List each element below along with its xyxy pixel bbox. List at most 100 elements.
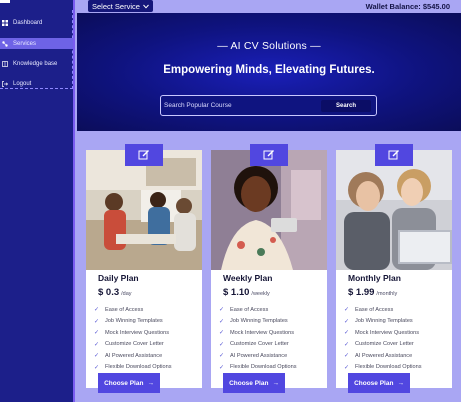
check-icon: ✓ (219, 318, 225, 325)
hero-subtitle: Empowering Minds, Elevating Futures. (163, 64, 375, 76)
chevron-down-icon (143, 2, 149, 11)
cog-network-icon (2, 40, 8, 47)
feature-item: ✓ Job Winning Templates (219, 316, 325, 328)
check-icon: ✓ (344, 318, 350, 325)
plan-name: Weekly Plan (223, 273, 273, 283)
check-icon: ✓ (94, 330, 100, 337)
feature-label: AI Powered Assistance (230, 352, 288, 359)
feature-list: ✓ Ease of Access ✓ Job Winning Templates ✓… (344, 304, 450, 373)
feature-label: Ease of Access (355, 306, 394, 313)
check-icon: ✓ (94, 341, 100, 348)
select-service-dropdown[interactable]: Select Service (88, 0, 153, 12)
check-icon: ✓ (219, 307, 225, 314)
arrow-right-icon: → (147, 379, 154, 387)
feature-item: ✓ Customize Cover Letter (219, 339, 325, 351)
plan-card-daily: Daily Plan $ 0.3 /day ✓ Ease of Access ✓ J… (86, 144, 202, 393)
feature-item: ✓ AI Powered Assistance (219, 350, 325, 362)
sidebar-item-knowledge-base[interactable]: Knowledge base (0, 58, 73, 69)
feature-item: ✓ Job Winning Templates (94, 316, 200, 328)
feature-label: Job Winning Templates (230, 318, 288, 325)
check-icon: ✓ (94, 364, 100, 371)
sidebar-item-label: Knowledge base (13, 60, 58, 67)
sidebar-item-services[interactable]: Services (0, 38, 73, 49)
plan-price: $ 1.10 /weekly (223, 287, 270, 298)
feature-item: ✓ Mock Interview Questions (94, 327, 200, 339)
check-icon: ✓ (344, 353, 350, 360)
check-icon: ✓ (94, 353, 100, 360)
edit-badge (250, 144, 288, 166)
search-bar: Search (160, 95, 377, 116)
choose-plan-button[interactable]: Choose Plan → (348, 373, 410, 393)
feature-item: ✓ AI Powered Assistance (344, 350, 450, 362)
weekly-plan-photo (211, 150, 327, 270)
wallet-balance: Wallet Balance: $545.00 (365, 2, 450, 11)
feature-label: AI Powered Assistance (355, 352, 413, 359)
top-bar: Select Service Wallet Balance: $545.00 (75, 0, 461, 13)
price-amount: $ 1.10 (223, 287, 250, 298)
plan-card-weekly: Weekly Plan $ 1.10 /weekly ✓ Ease of Acce… (211, 144, 327, 393)
hero-title: — AI CV Solutions — (217, 40, 321, 52)
monthly-plan-photo (336, 150, 452, 270)
feature-list: ✓ Ease of Access ✓ Job Winning Templates ✓… (219, 304, 325, 373)
edit-icon (263, 150, 274, 160)
feature-label: Job Winning Templates (355, 318, 413, 325)
check-icon: ✓ (344, 307, 350, 314)
feature-label: Mock Interview Questions (230, 329, 295, 336)
grid-icon (2, 19, 8, 26)
price-unit: /weekly (251, 291, 270, 297)
edit-badge (375, 144, 413, 166)
check-icon: ✓ (344, 364, 350, 371)
hero-banner: — AI CV Solutions — Empowering Minds, El… (77, 13, 461, 131)
edit-badge (125, 144, 163, 166)
feature-label: Flexible Download Options (230, 364, 297, 371)
check-icon: ✓ (219, 341, 225, 348)
search-input[interactable] (164, 99, 314, 112)
feature-label: Customize Cover Letter (105, 341, 164, 348)
daily-plan-photo (86, 150, 202, 270)
sidebar-item-label: Logout (13, 80, 32, 87)
price-amount: $ 0.3 (98, 287, 120, 298)
feature-list: ✓ Ease of Access ✓ Job Winning Templates ✓… (94, 304, 200, 373)
check-icon: ✓ (344, 330, 350, 337)
sidebar-item-dashboard[interactable]: Dashboard (0, 17, 73, 28)
choose-plan-label: Choose Plan (354, 379, 394, 387)
feature-label: Ease of Access (105, 306, 144, 313)
edit-icon (388, 150, 399, 160)
feature-label: Customize Cover Letter (355, 341, 414, 348)
sidebar-nav: Dashboard Services Knowledge base Logout (0, 10, 73, 89)
choose-plan-label: Choose Plan (104, 379, 144, 387)
feature-item: ✓ Flexible Download Options (219, 362, 325, 374)
check-icon: ✓ (219, 364, 225, 371)
check-icon: ✓ (94, 307, 100, 314)
price-amount: $ 1.99 (348, 287, 375, 298)
choose-plan-label: Choose Plan (229, 379, 269, 387)
sidebar-item-label: Dashboard (13, 19, 43, 26)
sidebar: Dashboard Services Knowledge base Logout (0, 0, 75, 402)
feature-item: ✓ Ease of Access (94, 304, 200, 316)
choose-plan-button[interactable]: Choose Plan → (98, 373, 160, 393)
plan-card-monthly: Monthly Plan $ 1.99 /monthly ✓ Ease of Ac… (336, 144, 452, 393)
feature-item: ✓ Mock Interview Questions (219, 327, 325, 339)
plan-name: Daily Plan (98, 273, 139, 283)
plan-price: $ 1.99 /monthly (348, 287, 397, 298)
search-button[interactable]: Search (321, 100, 371, 112)
feature-label: Flexible Download Options (105, 364, 172, 371)
feature-item: ✓ Ease of Access (219, 304, 325, 316)
feature-label: Customize Cover Letter (230, 341, 289, 348)
feature-label: Mock Interview Questions (355, 329, 420, 336)
feature-label: Flexible Download Options (355, 364, 422, 371)
arrow-right-icon: → (397, 379, 404, 387)
check-icon: ✓ (344, 341, 350, 348)
feature-label: AI Powered Assistance (105, 352, 163, 359)
price-unit: /day (121, 291, 132, 297)
choose-plan-button[interactable]: Choose Plan → (223, 373, 285, 393)
feature-item: ✓ AI Powered Assistance (94, 350, 200, 362)
logout-icon (2, 80, 8, 87)
sidebar-item-logout[interactable]: Logout (0, 78, 73, 89)
feature-label: Job Winning Templates (105, 318, 163, 325)
feature-item: ✓ Mock Interview Questions (344, 327, 450, 339)
feature-item: ✓ Job Winning Templates (344, 316, 450, 328)
feature-item: ✓ Flexible Download Options (344, 362, 450, 374)
check-icon: ✓ (219, 330, 225, 337)
arrow-right-icon: → (272, 379, 279, 387)
